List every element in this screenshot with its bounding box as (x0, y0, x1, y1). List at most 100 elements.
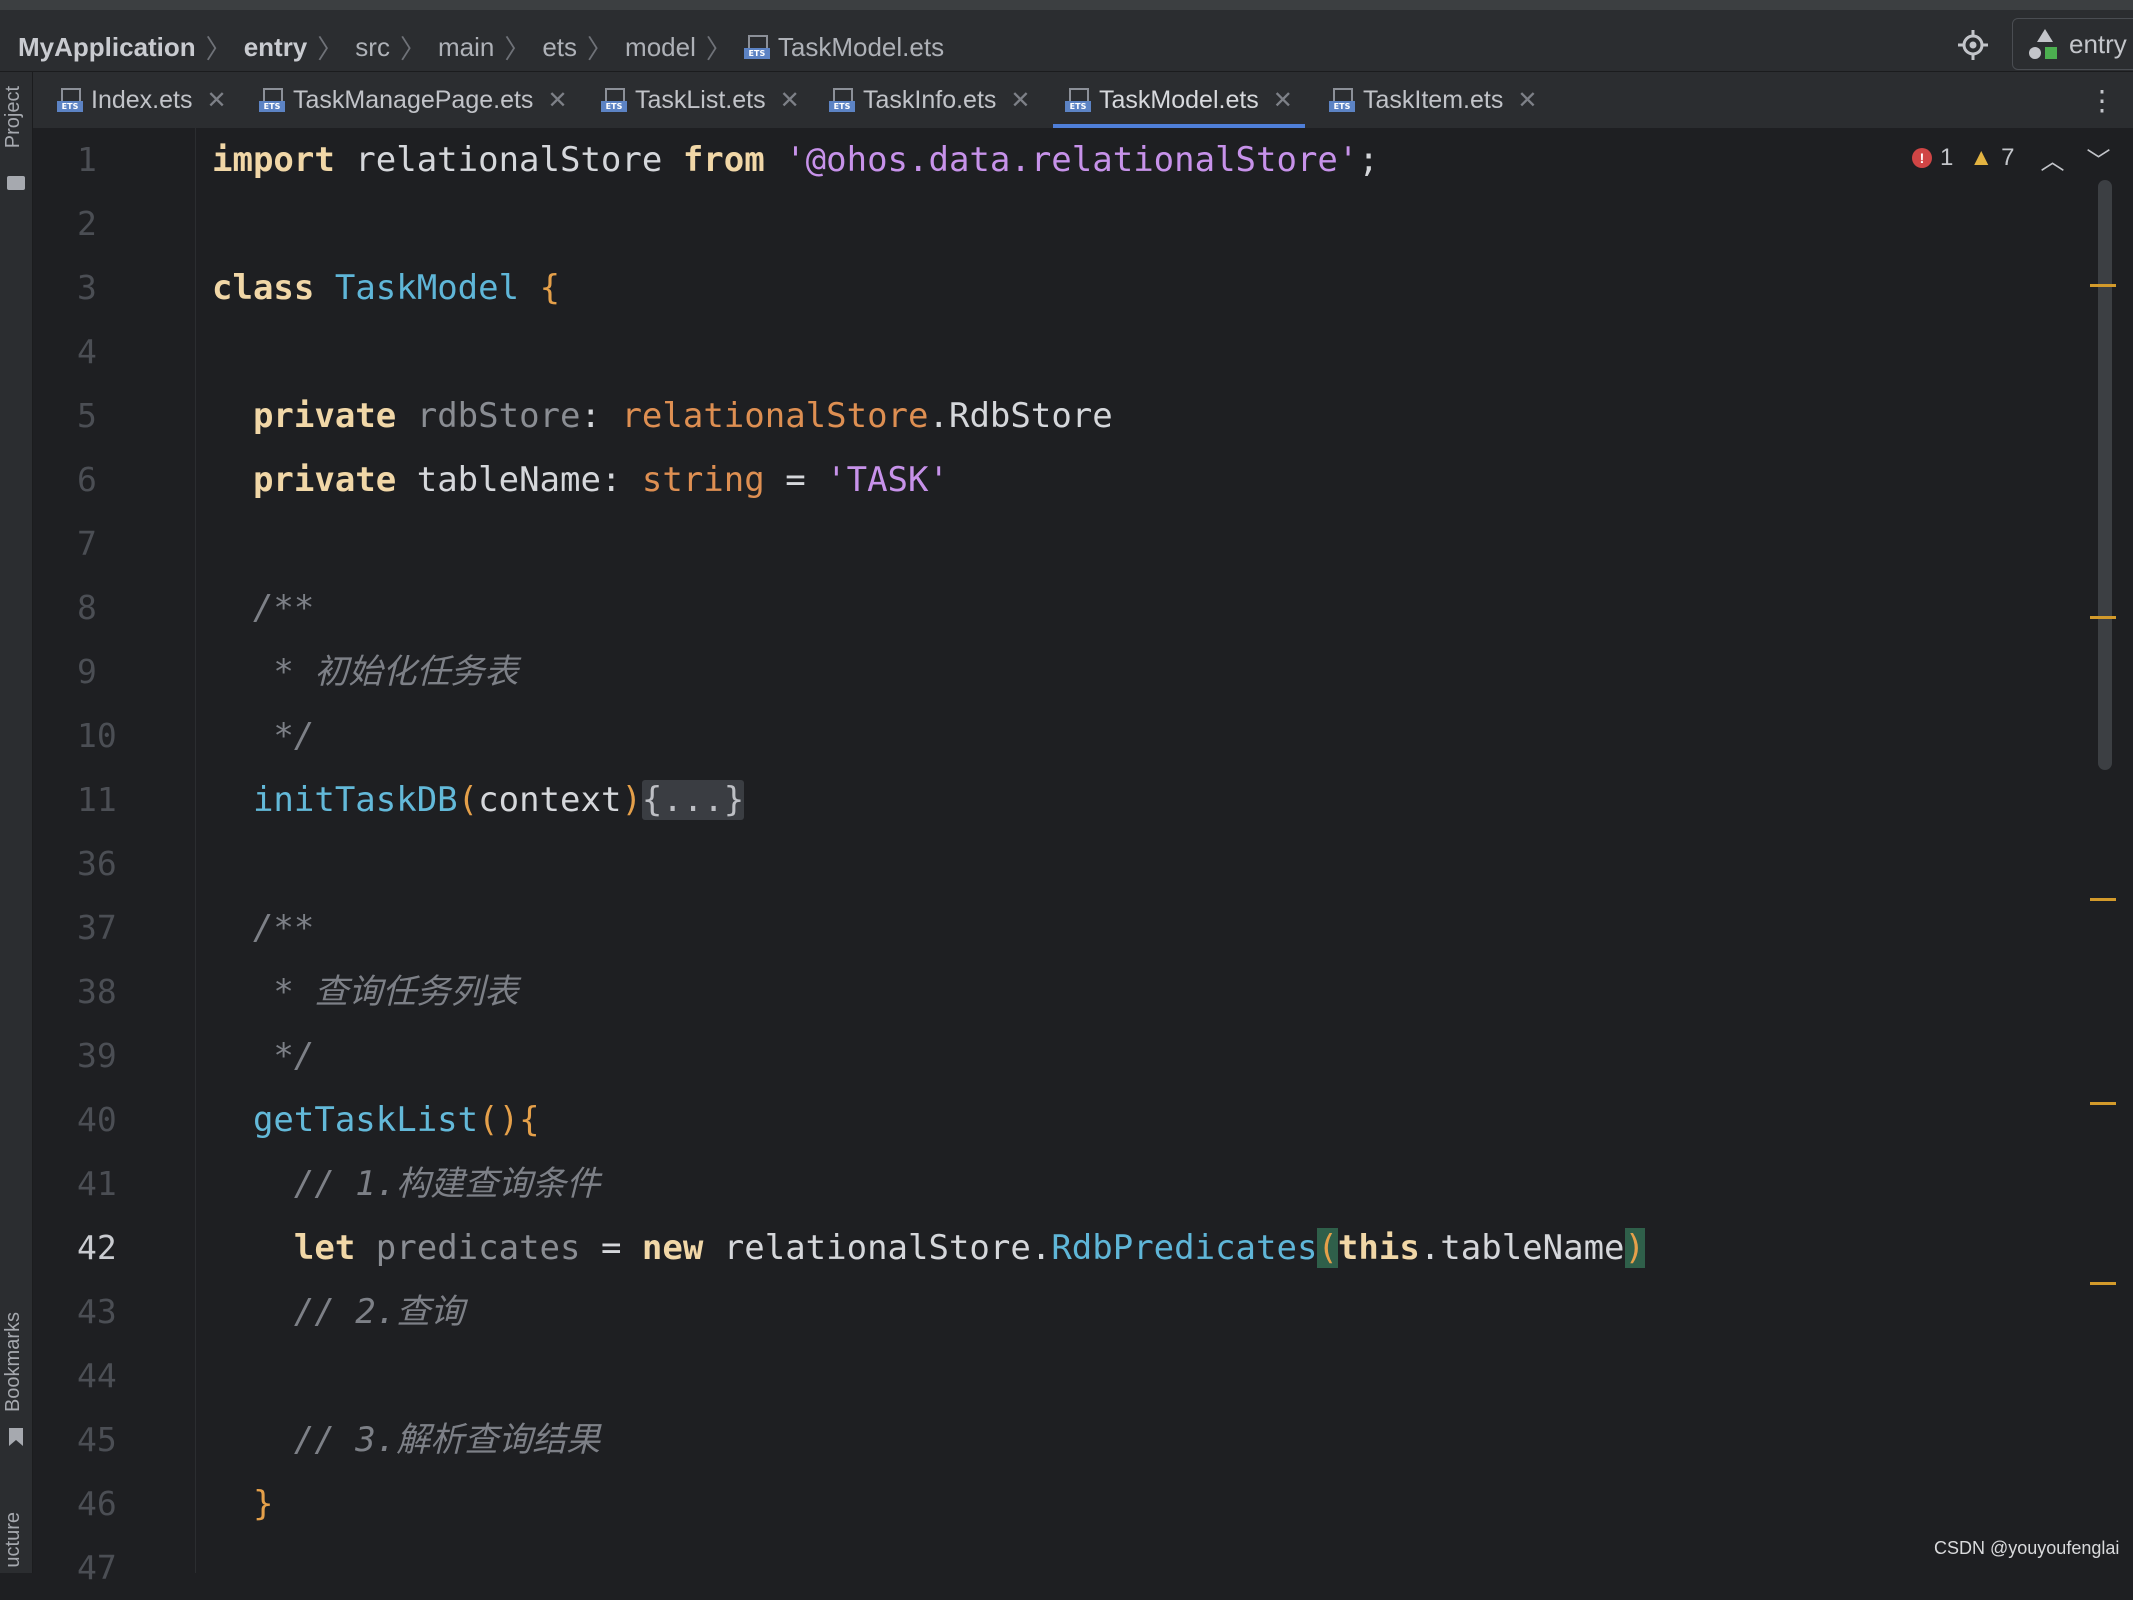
tab-label: TaskInfo.ets (863, 85, 997, 114)
structure-tool-button[interactable]: ucture (2, 1512, 25, 1568)
code-line: class TaskModel { (212, 268, 561, 308)
tab-label: TaskList.ets (635, 85, 766, 114)
line-number: 11 (77, 780, 117, 819)
ets-file-icon: ETS (1329, 88, 1355, 112)
breadcrumb-module[interactable]: entry (244, 32, 308, 63)
more-vertical-icon[interactable]: ⋮ (2088, 84, 2116, 117)
breadcrumb-main[interactable]: main (438, 32, 494, 63)
breadcrumb: MyApplication 〉 entry 〉 src 〉 main 〉 ets 〉 mo… (18, 22, 944, 72)
warning-stripe-marker[interactable] (2090, 616, 2116, 619)
tab-label: TaskModel.ets (1099, 85, 1259, 114)
chevron-down-icon[interactable]: ﹀ (2086, 141, 2110, 176)
line-number: 43 (77, 1292, 117, 1331)
line-number: 37 (77, 908, 117, 947)
warning-stripe-marker[interactable] (2090, 1282, 2116, 1285)
vertical-scrollbar[interactable] (2098, 180, 2112, 770)
code-comment: * 初始化任务表 (212, 652, 519, 692)
breadcrumb-project[interactable]: MyApplication (18, 32, 196, 63)
ets-file-icon: ETS (829, 88, 855, 112)
code-comment: // 2.查询 (212, 1292, 465, 1332)
line-number: 5 (77, 396, 97, 435)
ets-file-icon: ETS (1065, 88, 1091, 112)
line-number: 46 (77, 1484, 117, 1523)
error-icon: ! (1912, 148, 1932, 168)
code-editor[interactable]: import relationalStore from '@ohos.data.… (196, 128, 2133, 1573)
close-icon[interactable]: ✕ (206, 86, 226, 115)
warning-stripe-marker[interactable] (2090, 898, 2116, 901)
project-tool-button[interactable]: Project (2, 86, 25, 148)
code-comment: /** (212, 588, 315, 628)
folded-code-placeholder[interactable]: {...} (641, 780, 745, 820)
tab-taskmodel[interactable]: ETS TaskModel.ets ✕ (1053, 72, 1305, 128)
bookmarks-tool-button[interactable]: Bookmarks (2, 1312, 25, 1412)
tab-index[interactable]: ETS Index.ets ✕ (57, 72, 227, 128)
code-comment: */ (212, 1036, 315, 1076)
tab-tasklist[interactable]: ETS TaskList.ets ✕ (601, 72, 800, 128)
line-number: 1 (77, 140, 97, 179)
error-count: 1 (1940, 144, 1954, 171)
tab-taskinfo[interactable]: ETS TaskInfo.ets ✕ (829, 72, 1031, 128)
code-line: private tableName: string = 'TASK' (252, 460, 949, 500)
chevron-right-icon: 〉 (205, 33, 232, 64)
run-config-label: entry (2069, 28, 2127, 59)
chevron-right-icon: 〉 (705, 33, 732, 64)
breadcrumb-model[interactable]: model (625, 32, 696, 63)
line-number: 7 (77, 524, 97, 563)
warning-stripe-marker[interactable] (2090, 1102, 2116, 1105)
code-comment: // 3.解析查询结果 (212, 1420, 601, 1460)
ets-file-icon: ETS (601, 88, 627, 112)
left-tool-strip: Project Bookmarks ucture (0, 72, 33, 1573)
breadcrumb-ets[interactable]: ets (542, 32, 577, 63)
bookmark-icon[interactable] (9, 1440, 23, 1446)
code-comment: * 查询任务列表 (212, 972, 519, 1012)
line-number: 36 (77, 844, 117, 883)
chevron-right-icon: 〉 (317, 33, 344, 64)
code-line: initTaskDB(context){...} (252, 780, 745, 820)
target-icon[interactable] (1952, 24, 1994, 66)
ets-file-icon: ETS (57, 88, 83, 112)
navigation-bar: MyApplication 〉 entry 〉 src 〉 main 〉 ets 〉 mo… (0, 0, 2133, 72)
close-icon[interactable]: ✕ (1010, 86, 1030, 115)
code-comment: */ (212, 716, 315, 756)
tab-label: TaskManagePage.ets (293, 85, 534, 114)
editor-gutter: 1 2 3 4 5 6 7 8 9 10 11+ 36 37 38 39 40 … (33, 128, 233, 1587)
tab-label: TaskItem.ets (1363, 85, 1504, 114)
bookmark-icon-body (9, 1428, 23, 1440)
tab-taskmanagepage[interactable]: ETS TaskManagePage.ets ✕ (259, 72, 568, 128)
breadcrumb-src[interactable]: src (355, 32, 390, 63)
line-number: 44 (77, 1356, 117, 1395)
line-number: 8 (77, 588, 97, 627)
close-icon[interactable]: ✕ (1517, 86, 1537, 115)
tab-taskitem[interactable]: ETS TaskItem.ets ✕ (1329, 72, 1537, 128)
code-comment: // 1.构建查询条件 (212, 1164, 601, 1204)
line-number: 10 (77, 716, 117, 755)
code-line: } (252, 1484, 274, 1524)
close-icon[interactable]: ✕ (547, 86, 567, 115)
close-icon[interactable]: ✕ (1273, 86, 1293, 115)
breadcrumb-file[interactable]: TaskModel.ets (778, 32, 944, 63)
run-config-selector[interactable]: entry (2012, 18, 2133, 70)
line-number: 3 (77, 268, 97, 307)
inspection-widget[interactable]: ! 1 ▲ 7 ︿ ﹀ (1912, 140, 2110, 176)
chevron-right-icon: 〉 (504, 33, 531, 64)
chevron-right-icon: 〉 (399, 33, 426, 64)
warning-icon: ▲ (1969, 144, 1994, 171)
module-icon (2029, 29, 2059, 59)
ets-file-icon: ETS (743, 35, 770, 59)
chevron-up-icon[interactable]: ︿ (2040, 141, 2064, 176)
code-line: import relationalStore from '@ohos.data.… (212, 140, 1379, 180)
warning-stripe-marker[interactable] (2090, 284, 2116, 287)
line-number: 4 (77, 332, 97, 371)
close-icon[interactable]: ✕ (780, 86, 800, 115)
line-number: 38 (77, 972, 117, 1011)
code-line: private rdbStore: relationalStore.RdbSto… (252, 396, 1113, 436)
line-number-current: 42 (77, 1228, 117, 1267)
chevron-right-icon: 〉 (587, 33, 614, 64)
line-number: 47 (77, 1548, 117, 1587)
ets-file-icon: ETS (259, 88, 285, 112)
folder-icon[interactable] (7, 176, 25, 190)
warning-count: 7 (2001, 144, 2015, 171)
line-number: 6 (77, 460, 97, 499)
code-line-current: let predicates = new relationalStore.Rdb… (293, 1228, 1645, 1268)
code-line: getTaskList(){ (252, 1100, 540, 1140)
